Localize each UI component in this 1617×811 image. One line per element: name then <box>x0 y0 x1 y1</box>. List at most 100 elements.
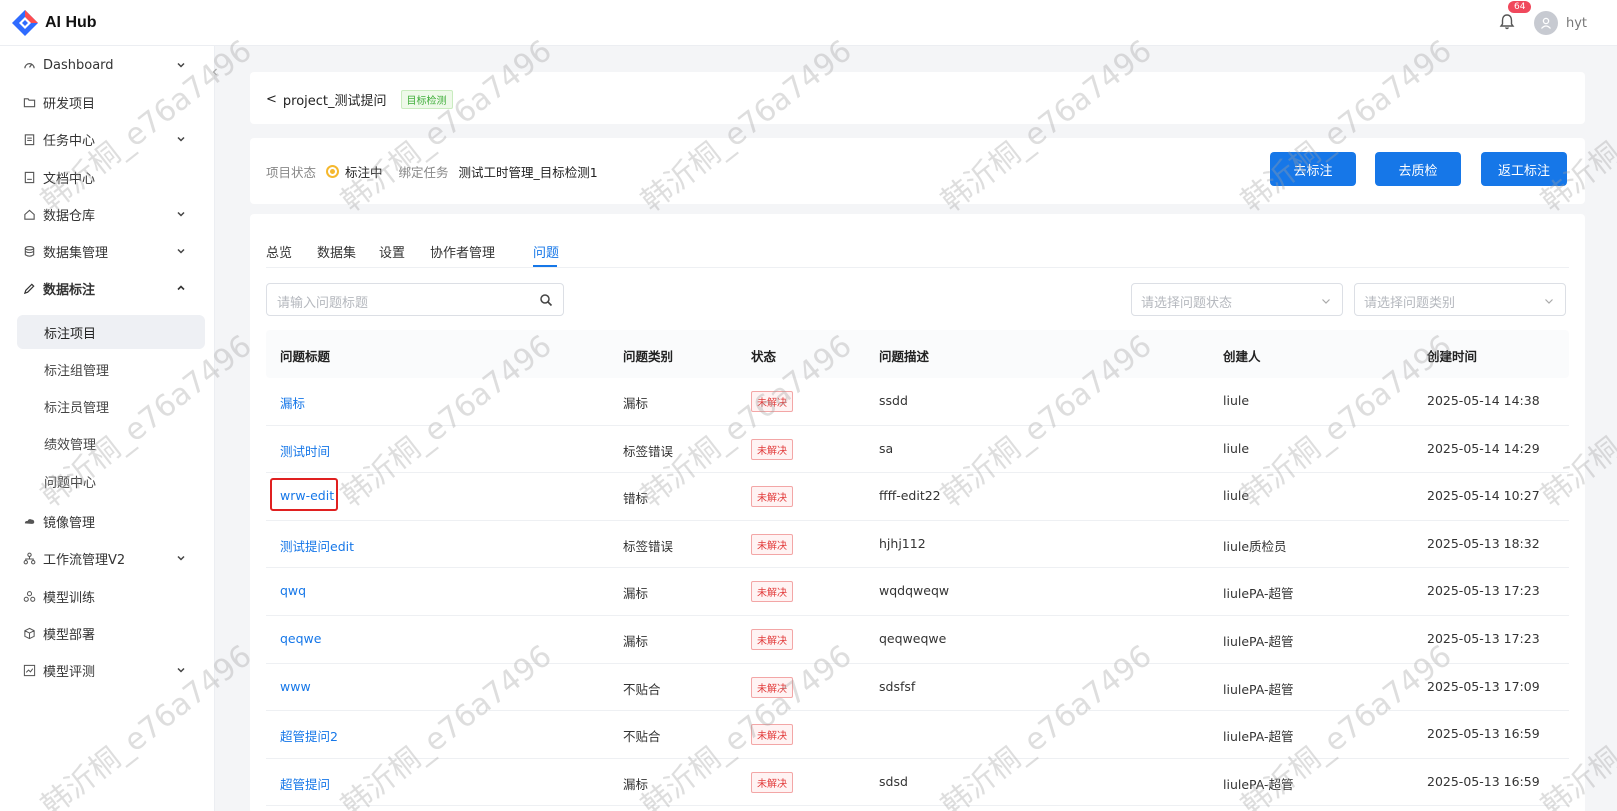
sidebar-subitem-annotation-projects[interactable]: 标注项目 <box>17 315 205 349</box>
column-header: 问题类别 <box>623 349 674 364</box>
table-header: 问题标题 问题类别 状态 问题描述 创建人 创建时间 <box>266 330 1569 378</box>
issue-title-link[interactable]: 测试提问edit <box>280 536 354 555</box>
go-annotate-button[interactable]: 去标注 <box>1270 152 1356 186</box>
sidebar-item-label: 工作流管理V2 <box>43 552 126 568</box>
issue-description: ffff-edit22 <box>879 488 941 504</box>
issue-description: sdsfsf <box>879 678 916 694</box>
issue-creator: liule质检员 <box>1223 538 1287 554</box>
sidebar-item-model-deployment[interactable]: 模型部署 <box>0 615 215 651</box>
issue-created-time: 2025-05-13 17:09 <box>1427 678 1540 694</box>
issue-category-select[interactable]: 请选择问题类别 <box>1354 283 1566 316</box>
sidebar-subitem-annotators[interactable]: 标注员管理 <box>17 389 205 423</box>
sidebar-item-label: 研发项目 <box>43 96 96 112</box>
sidebar-item-label: 数据标注 <box>43 282 96 298</box>
issue-creator: liule <box>1223 488 1250 504</box>
issue-category: 漏标 <box>623 776 649 792</box>
issue-category: 不贴合 <box>623 729 661 745</box>
workflow-icon <box>21 550 37 566</box>
column-header: 创建人 <box>1223 349 1261 364</box>
tab-overview[interactable]: 总览 <box>266 242 292 261</box>
issue-title-link[interactable]: 漏标 <box>280 393 305 412</box>
app-title: AI Hub <box>45 13 97 31</box>
issue-category: 标签错误 <box>623 538 674 554</box>
tab-collaborators[interactable]: 协作者管理 <box>430 242 495 261</box>
status-badge: 未解决 <box>751 438 793 460</box>
select-placeholder: 请选择问题类别 <box>1364 296 1456 311</box>
back-button[interactable]: < <box>266 92 277 107</box>
issue-creator: liule <box>1223 393 1250 408</box>
issue-title-link[interactable]: 超管提问2 <box>280 726 338 745</box>
issue-status-select[interactable]: 请选择问题状态 <box>1131 283 1343 316</box>
issue-title-link[interactable]: qwq <box>280 583 306 598</box>
search-input[interactable]: 请输入问题标题 <box>266 283 564 316</box>
table-row[interactable]: wrw-edit 错标 未解决 ffff-edit22 liule 2025-05-14 … <box>266 473 1569 521</box>
sidebar-item-doc-center[interactable]: 文档中心 <box>0 159 215 195</box>
select-placeholder: 请选择问题状态 <box>1141 296 1233 311</box>
database-icon <box>21 243 37 259</box>
breadcrumb: < project_测试提问 目标检测 <box>250 72 1585 124</box>
column-header: 问题标题 <box>280 349 331 364</box>
sidebar-subitem-label: 标注员管理 <box>44 400 110 416</box>
table-row[interactable]: 测试提问edit 标签错误 未解决 hjhj112 liule质检员 2025-05-13… <box>266 521 1569 569</box>
sidebar-subitem-performance[interactable]: 绩效管理 <box>17 426 205 460</box>
sidebar-item-task-center[interactable]: 任务中心 <box>0 121 215 157</box>
search-icon[interactable] <box>539 293 553 307</box>
sidebar-item-dashboard[interactable]: Dashboard <box>0 47 215 83</box>
column-header: 问题描述 <box>879 349 930 364</box>
issue-title-link[interactable]: 超管提问 <box>280 774 330 793</box>
issues-panel: 总览 数据集 设置 协作者管理 问题 请输入问题标题 请选择问题状态 请选择问题… <box>250 214 1585 811</box>
sidebar-item-workflow-v2[interactable]: 工作流管理V2 <box>0 540 215 576</box>
status-badge: 未解决 <box>751 771 793 793</box>
sidebar-item-label: Dashboard <box>43 57 114 73</box>
issue-created-time: 2025-05-13 17:23 <box>1427 630 1540 646</box>
issue-description: sdsd <box>879 773 908 789</box>
table-body: 漏标 漏标 未解决 ssdd liule 2025-05-14 14:38 测试时间标签错误… <box>266 378 1569 807</box>
sidebar-item-label: 镜像管理 <box>43 515 96 531</box>
username[interactable]: hyt <box>1566 16 1587 31</box>
sidebar-item-model-evaluation[interactable]: 模型评测 <box>0 652 215 688</box>
issue-title-link[interactable]: 测试时间 <box>280 441 330 460</box>
tab-bar: 总览 数据集 设置 协作者管理 问题 <box>266 234 1569 268</box>
table-row[interactable]: 测试时间 标签错误 未解决 sa liule 2025-05-14 14:29 <box>266 426 1569 474</box>
clipboard-icon <box>21 131 37 147</box>
sidebar-item-dataset-management[interactable]: 数据集管理 <box>0 233 215 269</box>
table-row[interactable]: 超管提问2 不贴合 未解决 liulePA-超管 2025-05-13 16:59 <box>266 711 1569 759</box>
dashboard-icon <box>21 57 37 73</box>
issue-created-time: 2025-05-14 14:29 <box>1427 440 1540 456</box>
sidebar-item-label: 文档中心 <box>43 171 96 187</box>
bound-task-value: 测试工时管理_目标检测1 <box>458 165 598 180</box>
sidebar-collapse-button[interactable] <box>208 62 222 82</box>
table-row[interactable]: 超管提问 漏标 未解决 sdsd liulePA-超管 2025-05-13 16:59 <box>266 759 1569 807</box>
table-row[interactable]: qwq 漏标 未解决 wqdqweqw liulePA-超管 2025-05-13 17:… <box>266 568 1569 616</box>
table-row[interactable]: www 不贴合 未解决 sdsfsf liulePA-超管 2025-05-13 17:0… <box>266 664 1569 712</box>
tab-dataset[interactable]: 数据集 <box>317 242 356 261</box>
sidebar-subitem-annotation-groups[interactable]: 标注组管理 <box>17 352 205 386</box>
sidebar-item-image-management[interactable]: 镜像管理 <box>0 503 215 539</box>
sidebar-item-label: 任务中心 <box>43 133 96 149</box>
tab-issues[interactable]: 问题 <box>533 242 559 261</box>
sidebar-item-data-annotation[interactable]: 数据标注 <box>0 270 215 306</box>
issue-creator: liule <box>1223 440 1250 456</box>
sidebar-subitem-label: 标注组管理 <box>44 363 110 379</box>
sidebar-item-label: 数据仓库 <box>43 208 96 224</box>
project-type-tag: 目标检测 <box>400 90 453 109</box>
go-qa-button[interactable]: 去质检 <box>1375 152 1461 186</box>
table-row[interactable]: qeqwe 漏标 未解决 qeqweqwe liulePA-超管 2025-05-13 1… <box>266 616 1569 664</box>
app-logo[interactable]: AI Hub <box>11 9 97 37</box>
sidebar-item-model-training[interactable]: 模型训练 <box>0 578 215 614</box>
sidebar-subitem-label: 标注项目 <box>44 326 97 342</box>
table-row[interactable]: 漏标 漏标 未解决 ssdd liule 2025-05-14 14:38 <box>266 378 1569 426</box>
cloud-icon <box>21 513 37 529</box>
sidebar-subitem-issue-center[interactable]: 问题中心 <box>17 464 205 498</box>
document-icon <box>21 169 37 185</box>
chevron-down-icon <box>177 248 185 254</box>
issue-title-link[interactable]: wrw-edit <box>280 488 334 503</box>
avatar[interactable] <box>1533 11 1558 35</box>
rework-annotate-button[interactable]: 返工标注 <box>1481 152 1567 186</box>
issue-title-link[interactable]: qeqwe <box>280 631 321 646</box>
issue-title-link[interactable]: www <box>280 679 311 694</box>
sidebar-item-rd-projects[interactable]: 研发项目 <box>0 84 215 120</box>
tab-settings[interactable]: 设置 <box>379 242 405 261</box>
notification-button[interactable]: 64 <box>1498 1 1532 33</box>
sidebar-item-data-warehouse[interactable]: 数据仓库 <box>0 196 215 232</box>
